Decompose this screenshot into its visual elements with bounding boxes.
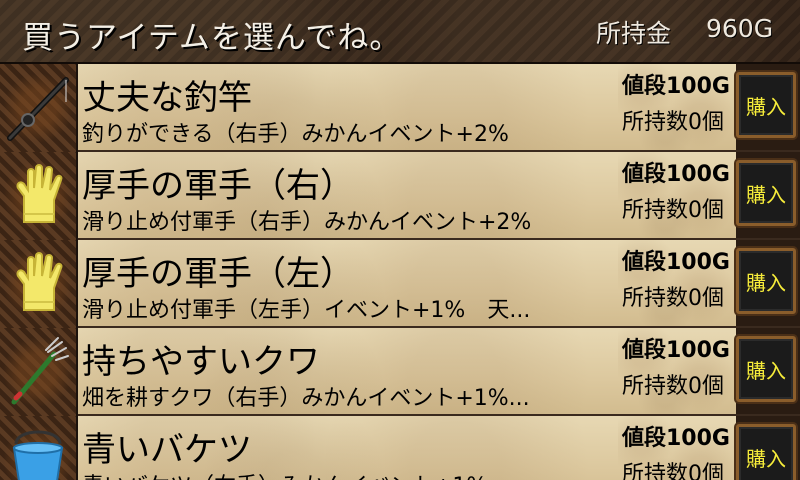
item-owned-count: 所持数0個 [622, 286, 724, 311]
buy-button[interactable]: 購入 [736, 160, 796, 226]
item-name: 持ちやすいクワ [82, 342, 320, 382]
item-name: 青いバケツ [82, 430, 252, 470]
item-thumbnail [0, 240, 78, 328]
item-price: 値段100G [622, 74, 730, 99]
item-info[interactable]: 青いバケツ 青いバケツ（右手）みかんイベント+1%... [78, 416, 618, 480]
list-item: 丈夫な釣竿 釣りができる（右手）みかんイベント+2% 値段100G 所持数0個 … [0, 64, 800, 152]
item-info[interactable]: 厚手の軍手（右） 滑り止め付軍手（右手）みかんイベント+2% [78, 152, 618, 238]
item-price-box: 値段100G 所持数0個 [618, 416, 736, 480]
item-owned-count: 所持数0個 [622, 462, 724, 480]
buy-button[interactable]: 購入 [736, 248, 796, 314]
item-owned-count: 所持数0個 [622, 198, 724, 223]
item-price: 値段100G [622, 426, 730, 451]
list-item: 厚手の軍手（左） 滑り止め付軍手（左手）イベント+1% 天... 値段100G … [0, 240, 800, 328]
item-price: 値段100G [622, 162, 730, 187]
item-name: 丈夫な釣竿 [82, 78, 252, 118]
item-thumbnail [0, 64, 78, 152]
item-owned-count: 所持数0個 [622, 374, 724, 399]
item-info[interactable]: 持ちやすいクワ 畑を耕すクワ（右手）みかんイベント+1%... [78, 328, 618, 414]
page-title: 買うアイテムを選んでね。 [22, 20, 402, 56]
item-price: 値段100G [622, 250, 730, 275]
hoe-icon [11, 337, 69, 405]
buy-button[interactable]: 購入 [736, 336, 796, 402]
money-label: 所持金 [596, 19, 672, 48]
list-item: 青いバケツ 青いバケツ（右手）みかんイベント+1%... 値段100G 所持数0… [0, 416, 800, 480]
item-thumbnail [0, 416, 78, 480]
item-description: 青いバケツ（右手）みかんイベント+1%... [82, 468, 618, 480]
item-description: 釣りができる（右手）みかんイベント+2% [82, 122, 509, 147]
item-price-box: 値段100G 所持数0個 [618, 152, 736, 238]
item-name: 厚手の軍手（左） [82, 254, 354, 294]
item-list[interactable]: 丈夫な釣竿 釣りができる（右手）みかんイベント+2% 値段100G 所持数0個 … [0, 64, 800, 480]
item-name: 厚手の軍手（右） [82, 166, 354, 206]
item-price-box: 値段100G 所持数0個 [618, 240, 736, 326]
glove-icon [16, 164, 63, 223]
item-price: 値段100G [622, 338, 730, 363]
list-item: 持ちやすいクワ 畑を耕すクワ（右手）みかんイベント+1%... 値段100G 所… [0, 328, 800, 416]
bucket-icon [12, 430, 64, 480]
glove-icon [16, 252, 63, 311]
item-thumbnail [0, 328, 78, 416]
shop-header: 買うアイテムを選んでね。 所持金 960G [0, 0, 800, 64]
item-info[interactable]: 丈夫な釣竿 釣りができる（右手）みかんイベント+2% [78, 64, 618, 150]
item-description: 滑り止め付軍手（右手）みかんイベント+2% [82, 210, 532, 235]
list-item: 厚手の軍手（右） 滑り止め付軍手（右手）みかんイベント+2% 値段100G 所持… [0, 152, 800, 240]
item-price-box: 値段100G 所持数0個 [618, 64, 736, 150]
buy-button[interactable]: 購入 [736, 72, 796, 138]
fishing-rod-icon [7, 77, 69, 141]
money-value: 960G [706, 14, 774, 43]
item-description: 滑り止め付軍手（左手）イベント+1% 天... [82, 298, 531, 323]
item-info[interactable]: 厚手の軍手（左） 滑り止め付軍手（左手）イベント+1% 天... [78, 240, 618, 326]
item-price-box: 値段100G 所持数0個 [618, 328, 736, 414]
item-owned-count: 所持数0個 [622, 110, 724, 135]
buy-button[interactable]: 購入 [736, 424, 796, 480]
item-description: 畑を耕すクワ（右手）みかんイベント+1%... [82, 386, 530, 411]
item-thumbnail [0, 152, 78, 240]
